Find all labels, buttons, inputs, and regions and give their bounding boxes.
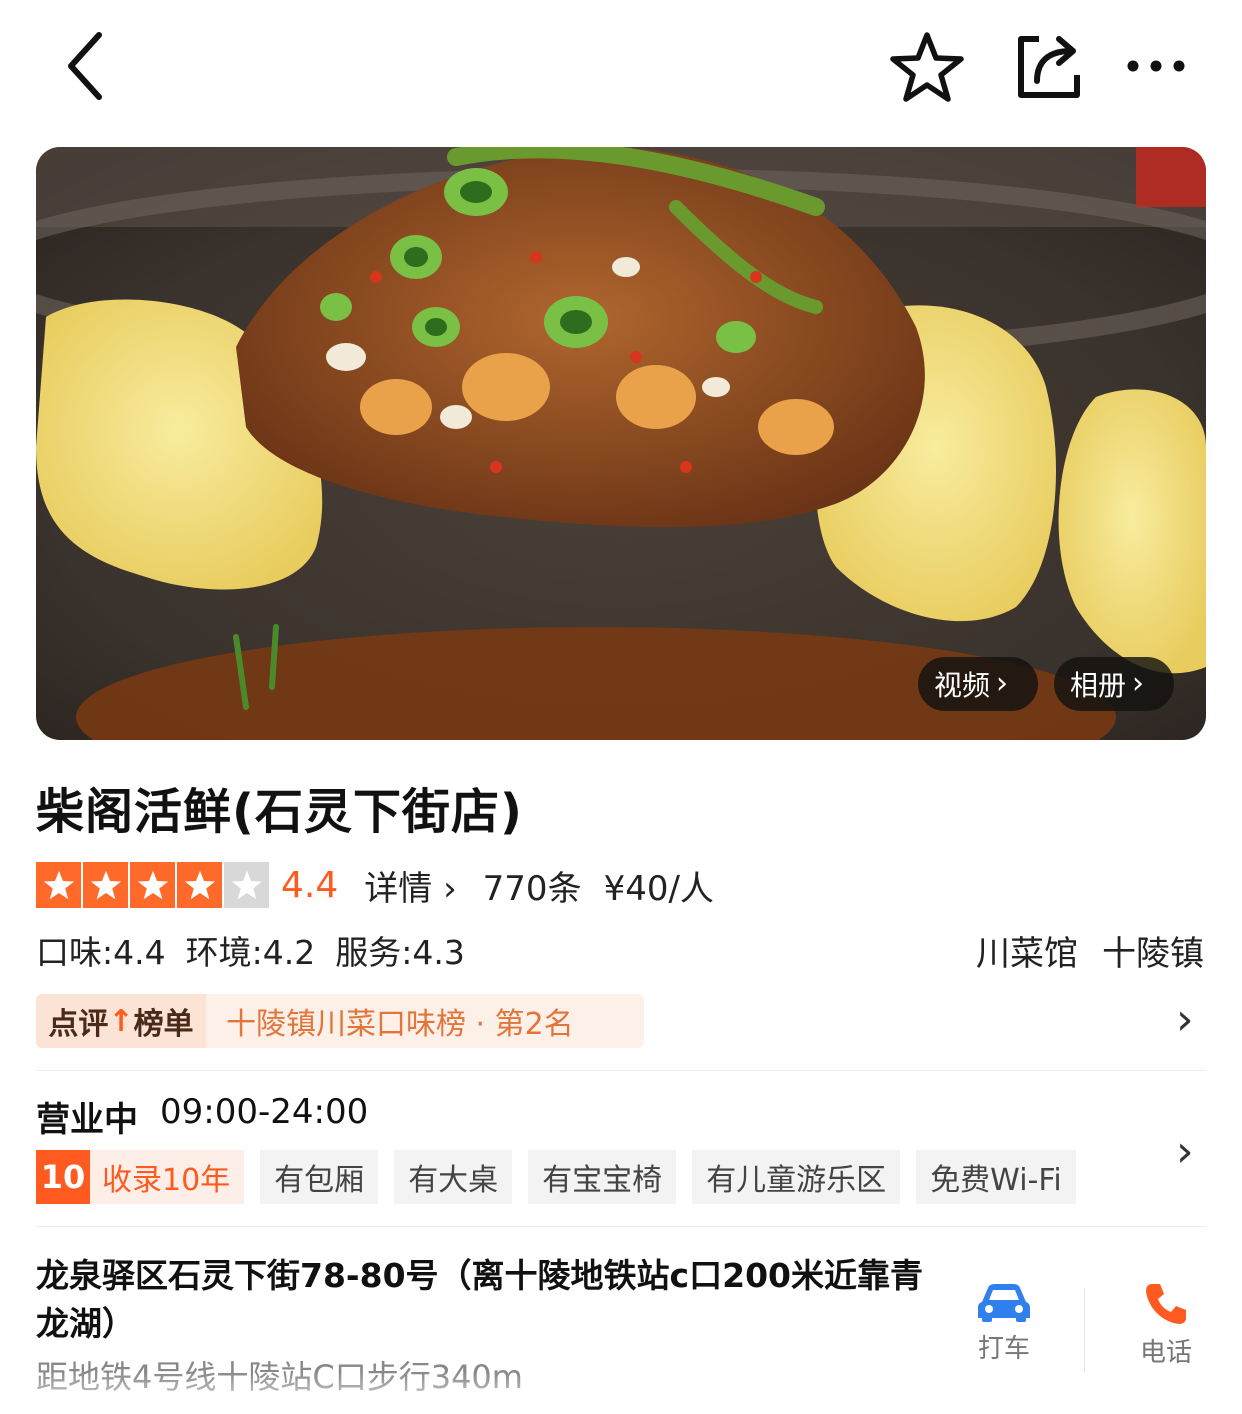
back-button[interactable] <box>50 28 120 104</box>
shop-name: 柴阁活鲜(石灵下街店) <box>36 784 523 840</box>
taste-score: 口味:4.4 <box>36 933 166 972</box>
rating-score: 4.4 <box>281 864 339 906</box>
facility-tag: 有包厢 <box>260 1150 379 1204</box>
shop-categories: 川菜馆 十陵镇 <box>976 926 1204 975</box>
divider <box>36 1226 1206 1227</box>
area-label[interactable]: 十陵镇 <box>1102 926 1204 975</box>
taxi-button[interactable]: 打车 <box>954 1280 1054 1365</box>
service-score: 服务:4.3 <box>335 933 465 972</box>
car-icon <box>978 1284 1030 1322</box>
phone-label: 电话 <box>1139 1338 1192 1368</box>
phone-button[interactable]: 电话 <box>1116 1280 1216 1369</box>
star-filled-icon <box>130 862 175 908</box>
star-filled-icon <box>36 862 81 908</box>
divider <box>1084 1288 1085 1372</box>
star-filled-icon <box>83 862 128 908</box>
years-badge: 10 <box>36 1150 90 1204</box>
share-icon <box>1018 36 1080 98</box>
facility-tag: 有大桌 <box>394 1150 513 1204</box>
shop-address[interactable]: 龙泉驿区石灵下街78-80号（离十陵地铁站c口200米近靠青龙湖） <box>36 1252 936 1348</box>
facility-tag: 有宝宝椅 <box>528 1150 677 1204</box>
chevron-right-icon[interactable]: › <box>1176 998 1194 1042</box>
more-button[interactable] <box>1118 36 1194 96</box>
ranking-text: 十陵镇川菜口味榜 · 第2名 <box>206 994 644 1048</box>
review-count[interactable]: 770条 <box>483 861 582 910</box>
star-empty-icon <box>224 862 269 908</box>
rating-row: 4.4 详情 › 770条 ¥40/人 <box>36 860 714 910</box>
top-nav-bar <box>0 0 1242 130</box>
ranking-banner[interactable]: 点评 ↑ 榜单 十陵镇川菜口味榜 · 第2名 <box>36 994 644 1048</box>
hero-photo[interactable]: 视频 › 相册 › <box>36 147 1206 740</box>
star-outline-icon <box>890 32 964 102</box>
favorite-button[interactable] <box>886 28 968 106</box>
chevron-right-icon: › <box>996 666 1009 701</box>
environment-score: 环境:4.2 <box>185 933 316 972</box>
star-rating <box>36 862 269 908</box>
food-photo-image <box>36 147 1206 740</box>
album-button[interactable]: 相册 › <box>1054 657 1174 711</box>
facility-tag: 免费Wi-Fi <box>916 1150 1076 1204</box>
more-dots-icon <box>1127 60 1185 72</box>
chevron-right-icon[interactable]: › <box>1176 1130 1194 1174</box>
facility-tags: 10 收录10年 有包厢 有大桌 有宝宝椅 有儿童游乐区 免费Wi-Fi <box>36 1150 1076 1204</box>
business-hours[interactable]: 营业中 09:00-24:00 <box>36 1092 368 1141</box>
phone-icon <box>1146 1284 1186 1324</box>
years-listed-tag: 10 收录10年 <box>36 1150 245 1204</box>
divider <box>36 1070 1206 1071</box>
video-button[interactable]: 视频 › <box>918 657 1038 711</box>
rating-detail-link[interactable]: 详情 › <box>364 861 456 910</box>
chevron-left-icon <box>68 32 102 100</box>
category-label[interactable]: 川菜馆 <box>976 926 1078 975</box>
chevron-right-icon: › <box>1132 666 1145 701</box>
video-label: 视频 <box>934 669 991 702</box>
facility-tag: 有儿童游乐区 <box>692 1150 901 1204</box>
sub-scores: 口味:4.4 环境:4.2 服务:4.3 <box>36 926 465 974</box>
taxi-label: 打车 <box>977 1334 1030 1364</box>
open-time: 09:00-24:00 <box>160 1092 369 1132</box>
arrow-up-icon: ↑ <box>108 1003 134 1039</box>
ranking-tag: 点评 ↑ 榜单 <box>36 994 206 1048</box>
share-button[interactable] <box>1008 28 1088 104</box>
star-filled-icon <box>177 862 222 908</box>
bottom-fade <box>0 1372 1242 1414</box>
open-status: 营业中 <box>36 1100 138 1140</box>
album-label: 相册 <box>1070 669 1127 702</box>
price-per-person: ¥40/人 <box>603 868 714 909</box>
